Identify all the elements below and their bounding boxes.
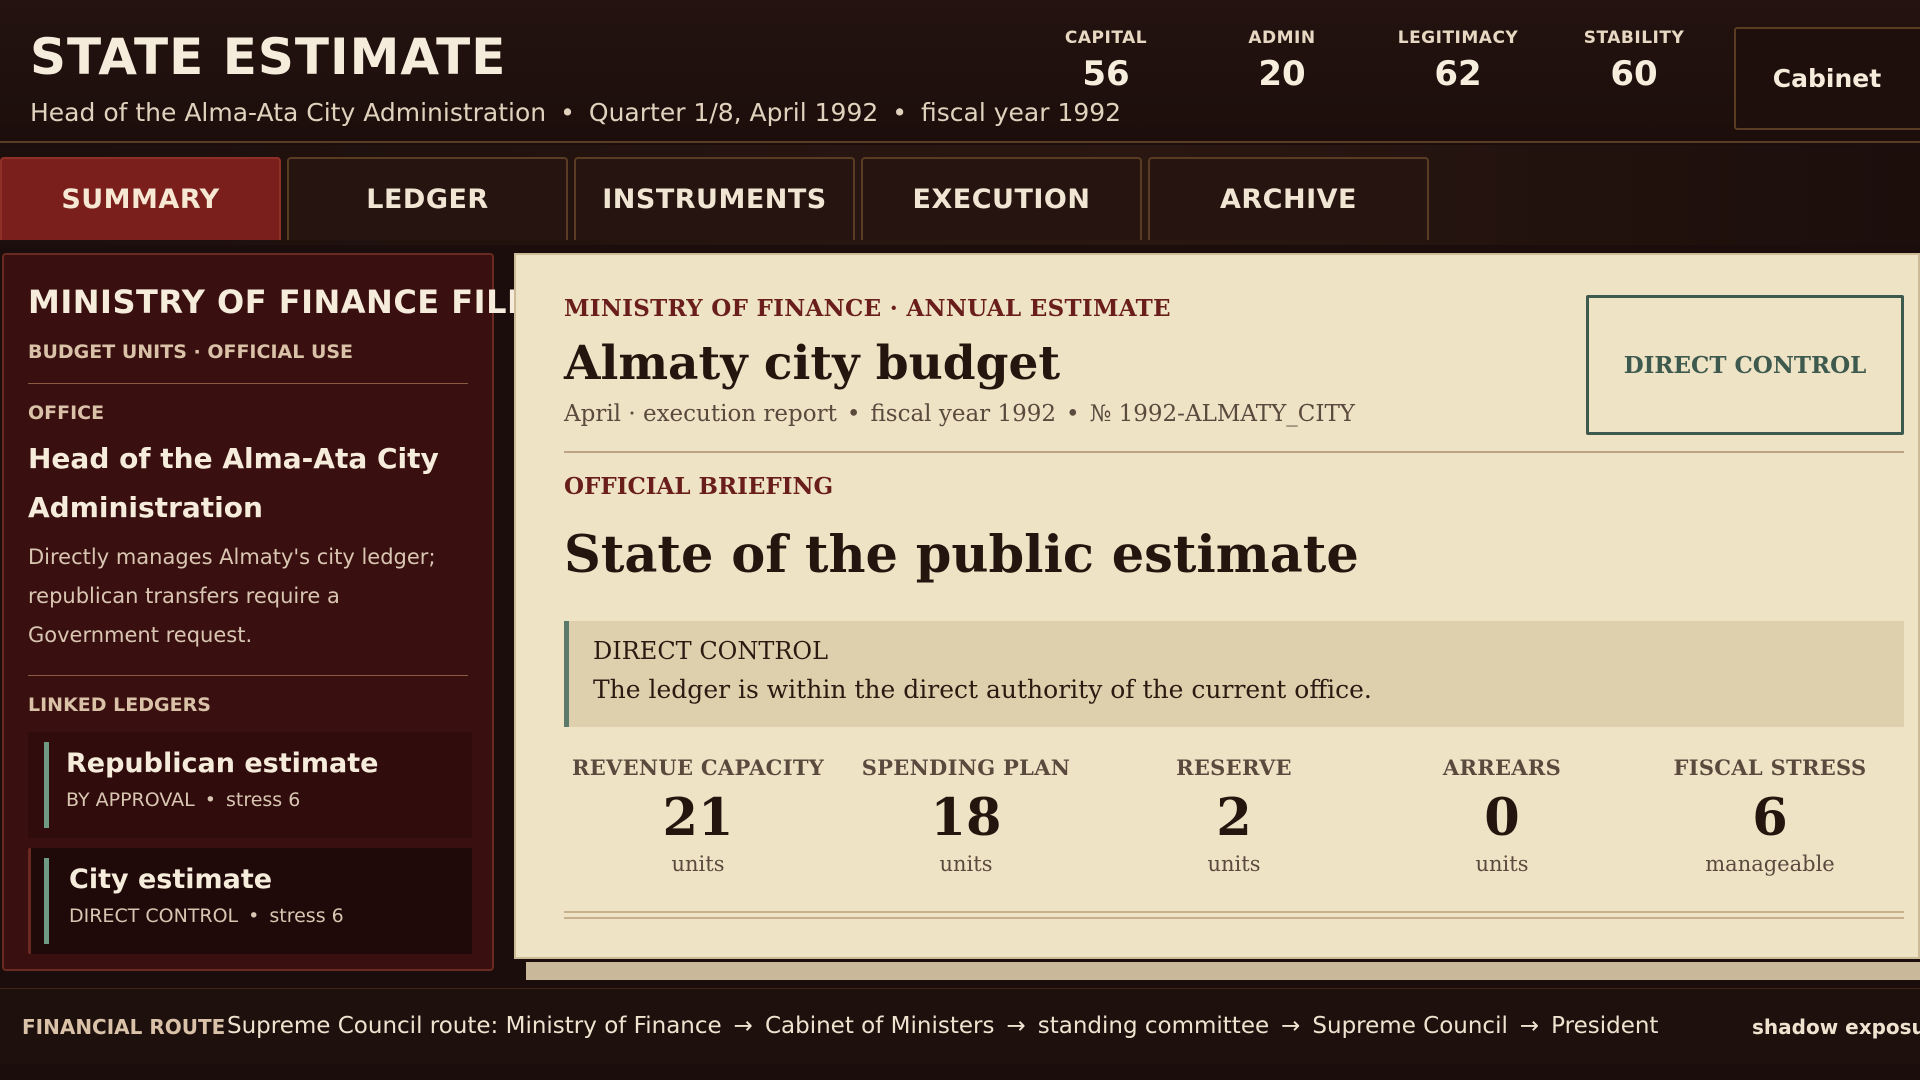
- office-name: Head of the Alma-Ata City Administration: [28, 442, 439, 524]
- metric-value: 2: [1216, 788, 1252, 848]
- separator: •: [846, 401, 861, 427]
- note-body: The ledger is within the direct authorit…: [593, 675, 1372, 704]
- ledger-item-city[interactable]: City estimate DIRECT CONTROL • stress 6: [28, 848, 472, 954]
- app-title: STATE ESTIMATE: [30, 28, 507, 86]
- metric-label: ARREARS: [1442, 755, 1562, 780]
- metric-reserve: RESERVE 2 units: [1100, 755, 1368, 876]
- route-prefix: Supreme Council route:: [227, 1013, 499, 1039]
- stat-legitimacy: LEGITIMACY 62: [1388, 28, 1528, 94]
- briefing-label: OFFICIAL BRIEFING: [564, 473, 834, 500]
- note-heading: DIRECT CONTROL: [593, 637, 829, 665]
- budget-document: MINISTRY OF FINANCE · ANNUAL ESTIMATE Al…: [514, 253, 1920, 959]
- separator: •: [248, 905, 260, 927]
- route-step: President: [1551, 1013, 1659, 1039]
- route-step: Cabinet of Ministers: [764, 1013, 995, 1039]
- metric-unit: units: [1475, 852, 1529, 876]
- card-shadow: [526, 962, 1920, 980]
- route-label: FINANCIAL ROUTE: [22, 1015, 226, 1039]
- ledger-stress: stress 6: [225, 789, 301, 811]
- ledger-item-republican[interactable]: Republican estimate BY APPROVAL • stress 6: [28, 732, 472, 838]
- ledger-stress: stress 6: [269, 905, 344, 927]
- briefing-headline: State of the public estimate: [564, 525, 1359, 585]
- document-bottom-rule: [564, 911, 1904, 919]
- metric-unit: units: [671, 852, 725, 876]
- route-footer: FINANCIAL ROUTE Supreme Council route: M…: [0, 988, 1920, 1064]
- metric-label: REVENUE CAPACITY: [571, 755, 825, 780]
- separator: •: [892, 98, 908, 127]
- office-label: OFFICE: [28, 402, 105, 424]
- ledger-name: City estimate: [69, 864, 273, 895]
- stat-label: CAPITAL: [1064, 28, 1148, 48]
- stat-value: 60: [1610, 54, 1658, 94]
- divider: [28, 675, 468, 676]
- metric-fiscal-stress: FISCAL STRESS 6 manageable: [1636, 755, 1904, 876]
- stat-value: 62: [1434, 54, 1482, 94]
- metric-unit: units: [1207, 852, 1261, 876]
- panel-title: MINISTRY OF FINANCE FILE: [28, 283, 530, 321]
- tab-execution[interactable]: EXECUTION: [861, 157, 1142, 240]
- linked-ledgers-label: LINKED LEDGERS: [28, 694, 211, 716]
- top-bar: STATE ESTIMATE Head of the Alma-Ata City…: [0, 0, 1920, 143]
- finance-file-panel: MINISTRY OF FINANCE FILE BUDGET UNITS · …: [2, 253, 530, 971]
- metric-unit: units: [939, 852, 993, 876]
- ledger-accent-bar: [44, 858, 49, 944]
- report-label: April · execution report: [564, 401, 837, 427]
- ledger-mode: BY APPROVAL: [66, 789, 195, 811]
- metric-value: 0: [1484, 788, 1520, 848]
- separator: •: [560, 98, 575, 127]
- metric-value: 21: [662, 788, 734, 848]
- tab-ledger[interactable]: LEDGER: [287, 157, 568, 240]
- metric-label: FISCAL STRESS: [1673, 755, 1867, 780]
- metric-value: 18: [930, 788, 1002, 848]
- metric-arrears: ARREARS 0 units: [1368, 755, 1636, 876]
- stat-label: STABILITY: [1583, 28, 1685, 48]
- stat-value: 56: [1082, 54, 1130, 94]
- tab-instruments[interactable]: INSTRUMENTS: [574, 157, 855, 240]
- metric-value: 6: [1752, 788, 1788, 848]
- route-path: Supreme Council route: Ministry of Finan…: [227, 1013, 1658, 1039]
- stat-admin: ADMIN 20: [1212, 28, 1352, 94]
- divider: [28, 383, 468, 384]
- route-arrow-icon: →: [1281, 1013, 1301, 1039]
- stat-label: LEGITIMACY: [1397, 28, 1519, 48]
- metric-label: RESERVE: [1176, 755, 1292, 780]
- office-description: Directly manages Almaty's city ledger; r…: [28, 545, 436, 647]
- route-step: Ministry of Finance: [505, 1013, 722, 1039]
- fiscal-year-label: fiscal year 1992: [870, 401, 1056, 427]
- stat-label: ADMIN: [1248, 28, 1316, 48]
- fiscal-year-label: fiscal year 1992: [921, 98, 1122, 127]
- tab-archive[interactable]: ARCHIVE: [1148, 157, 1429, 240]
- shadow-exposure-label[interactable]: shadow exposure: [1752, 1015, 1920, 1039]
- route-arrow-icon: →: [1006, 1013, 1026, 1039]
- separator: •: [204, 789, 216, 811]
- panel-subtitle: BUDGET UNITS · OFFICIAL USE: [28, 341, 354, 363]
- ledger-meta: BY APPROVAL • stress 6: [66, 789, 472, 811]
- cabinet-button[interactable]: Cabinet: [1734, 27, 1920, 130]
- stat-stability: STABILITY 60: [1564, 28, 1704, 94]
- control-note: DIRECT CONTROL The ledger is within the …: [564, 621, 1904, 727]
- stat-capital: CAPITAL 56: [1036, 28, 1176, 94]
- divider: [564, 451, 1904, 453]
- stat-value: 20: [1258, 54, 1306, 94]
- app-subtitle: Head of the Alma-Ata City Administration…: [30, 98, 1121, 127]
- route-step: Supreme Council: [1312, 1013, 1508, 1039]
- ledger-mode: DIRECT CONTROL: [69, 905, 239, 927]
- route-arrow-icon: →: [1519, 1013, 1540, 1039]
- metric-unit: manageable: [1705, 852, 1835, 876]
- separator: •: [1066, 401, 1080, 427]
- quarter-label: Quarter 1/8, April 1992: [588, 98, 879, 127]
- ledger-accent-bar: [44, 742, 49, 828]
- direct-control-badge: DIRECT CONTROL: [1586, 295, 1904, 435]
- route-arrow-icon: →: [733, 1013, 753, 1039]
- tab-summary[interactable]: SUMMARY: [0, 157, 281, 240]
- office-name: Head of the Alma-Ata City Administration: [30, 98, 547, 127]
- metric-label: SPENDING PLAN: [861, 755, 1071, 780]
- metric-revenue-capacity: REVENUE CAPACITY 21 units: [564, 755, 832, 876]
- ledger-name: Republican estimate: [66, 748, 379, 779]
- metrics-row: REVENUE CAPACITY 21 units SPENDING PLAN …: [564, 755, 1904, 885]
- document-number: № 1992-ALMATY_CITY: [1089, 401, 1355, 427]
- ledger-meta: DIRECT CONTROL • stress 6: [69, 905, 472, 927]
- metric-spending-plan: SPENDING PLAN 18 units: [832, 755, 1100, 876]
- route-step: standing committee: [1037, 1013, 1270, 1039]
